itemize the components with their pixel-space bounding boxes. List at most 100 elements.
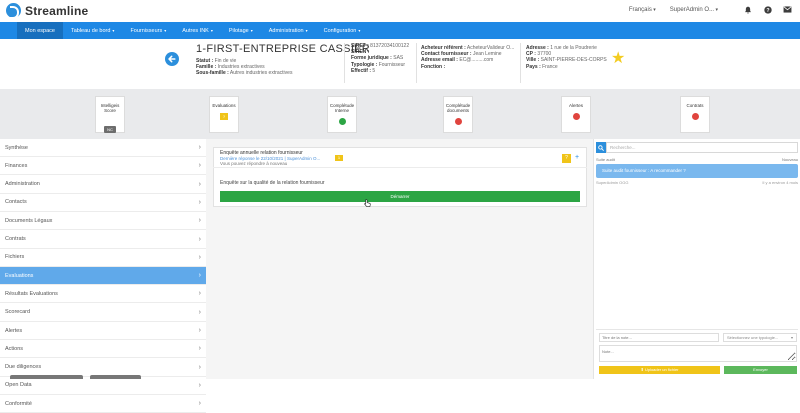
sidebar-item[interactable]: Administration › (0, 176, 206, 194)
pointer-cursor-icon (364, 199, 371, 209)
survey-status-button[interactable]: ? (562, 154, 571, 163)
chevron-down-icon: ▾ (164, 28, 167, 33)
star-icon[interactable]: ★ (611, 51, 625, 67)
sidebar-tab[interactable] (10, 375, 83, 379)
nav-item-label: Tableau de bord (70, 27, 111, 34)
info-value: Industries extractives (217, 64, 265, 71)
user-menu[interactable]: SuperAdmin O... (670, 7, 718, 13)
nav-item-4[interactable]: Autres INK ▾ (174, 22, 221, 39)
feed-message[interactable]: Suite audit fournisseur : A recommander … (596, 164, 798, 178)
score-badge: NC (104, 126, 116, 133)
sidebar-item[interactable]: Contrats › (0, 231, 206, 249)
start-survey-button[interactable]: Démarrer (220, 191, 580, 202)
search-icon[interactable] (596, 142, 606, 153)
info-label: Statut : (196, 58, 214, 64)
help-icon[interactable]: ? (763, 5, 772, 14)
info-label: SIRET : (351, 43, 369, 49)
kpi-card[interactable]: Contrats (680, 96, 710, 133)
sidebar-item-label: Actions (5, 345, 24, 352)
info-label: Sous-famille : (196, 70, 229, 77)
nav-item-label: Configuration (323, 27, 357, 34)
nav-item-3[interactable]: Fournisseurs ▾ (122, 22, 174, 39)
feed-topic: Suite audit (596, 157, 615, 162)
info-label: Adresse : (526, 45, 549, 51)
info-label: Ville : (526, 57, 540, 64)
chevron-down-icon: ▾ (305, 28, 308, 33)
app-logo[interactable]: Streamline (6, 3, 88, 19)
bell-icon[interactable] (743, 5, 752, 14)
note-type-select[interactable]: Sélectionnez une typologie... (723, 333, 797, 342)
nav-item-1[interactable]: Mon espace (17, 22, 63, 39)
kpi-card[interactable]: Complétude Interne (327, 96, 357, 133)
nav-item-label: Mon espace (25, 27, 55, 34)
sidebar-item[interactable]: Actions › (0, 340, 206, 359)
info-value: Jean Lemine (472, 51, 502, 58)
kpi-card[interactable]: Alertes (561, 96, 591, 133)
sidebar-item[interactable]: Finances › (0, 157, 206, 176)
language-selector[interactable]: Français (629, 7, 656, 13)
info-label: Famille : (196, 64, 217, 71)
activity-search (596, 142, 798, 153)
info-label: Pays : (526, 63, 541, 70)
add-icon[interactable]: + (575, 154, 579, 162)
upload-file-button[interactable]: ⬆ Uploader un fichier (599, 366, 720, 374)
kpi-card[interactable]: Complétude documents (443, 96, 473, 133)
mail-icon[interactable] (783, 5, 792, 14)
response-count-badge: 1 (335, 155, 343, 161)
sidebar-item[interactable]: Open Data › (0, 377, 206, 395)
search-input[interactable] (606, 142, 798, 153)
chevron-down-icon: ▾ (250, 28, 253, 33)
nav-item-6[interactable]: Administration ▾ (261, 22, 316, 39)
supplier-address-block: Adresse : 1 rue de la Poudrerie CP : 3770… (526, 45, 607, 70)
info-value: Fournisseur (378, 61, 406, 68)
chevron-down-icon: ▾ (358, 28, 361, 33)
info-value: SAS (393, 55, 404, 62)
info-label: Contact fournisseur : (421, 51, 472, 58)
survey-question: Enquête sur la qualité de la relation fo… (220, 180, 325, 186)
chevron-right-icon: › (198, 363, 201, 371)
sidebar-item[interactable]: Résultats Evaluations › (0, 285, 206, 304)
info-row: Effectif : 5 (351, 68, 409, 74)
back-button[interactable] (165, 52, 179, 66)
sidebar-item[interactable]: Alertes › (0, 322, 206, 340)
sidebar-tab[interactable] (90, 375, 141, 379)
chevron-right-icon: › (198, 272, 201, 280)
sidebar-item[interactable]: Synthèse › (0, 139, 206, 157)
note-title-input[interactable] (599, 333, 719, 342)
kpi-label: Evaluations (212, 103, 236, 108)
nav-item-label: Fournisseurs (130, 27, 163, 34)
info-value: EC@.........com (459, 57, 494, 64)
sidebar-item[interactable]: Documents Légaux › (0, 212, 206, 231)
divider (344, 43, 345, 83)
sidebar-item[interactable]: Scorecard › (0, 304, 206, 322)
info-value: Fin de vie (214, 58, 237, 64)
sidebar-item-label: Administration (5, 181, 40, 188)
chevron-down-icon: ▾ (112, 28, 115, 33)
kpi-card[interactable]: Intelligeis Score NC (95, 96, 125, 133)
info-value: AcheteurValideur O... (466, 45, 515, 51)
nav-item-2[interactable]: Tableau de bord ▾ (63, 22, 122, 39)
note-body-textarea[interactable] (599, 345, 797, 362)
nav-item-7[interactable]: Configuration ▾ (316, 22, 369, 39)
sidebar: Synthèse › Finances › Administration › Contact… (0, 139, 206, 413)
chevron-right-icon: › (198, 253, 201, 261)
chevron-right-icon: › (198, 308, 201, 316)
sidebar-item[interactable]: Fichiers › (0, 249, 206, 267)
sidebar-item[interactable]: Due diligences › (0, 359, 206, 377)
arrow-left-icon (168, 55, 176, 63)
info-label: Effectif : (351, 67, 371, 74)
sidebar-item[interactable]: Contacts › (0, 194, 206, 212)
chevron-right-icon: › (198, 327, 201, 334)
nav-item-5[interactable]: Pilotage ▾ (221, 22, 261, 39)
chevron-right-icon: › (198, 345, 201, 353)
sidebar-item[interactable]: Evaluations › (0, 267, 206, 286)
info-label: SIREN : (351, 49, 370, 56)
send-button[interactable]: Envoyer (724, 366, 797, 374)
sidebar-item-label: Synthèse (5, 144, 28, 151)
kpi-card[interactable]: Evaluations? (209, 96, 239, 133)
sidebar-item[interactable]: Conformité › (0, 395, 206, 413)
info-label: Forme juridique : (351, 55, 392, 62)
supplier-legal-block: SIRET : 81372034100122 SIREN : Forme juri… (351, 43, 409, 74)
nav-item-label: Autres INK (182, 27, 209, 34)
divider (416, 43, 417, 83)
